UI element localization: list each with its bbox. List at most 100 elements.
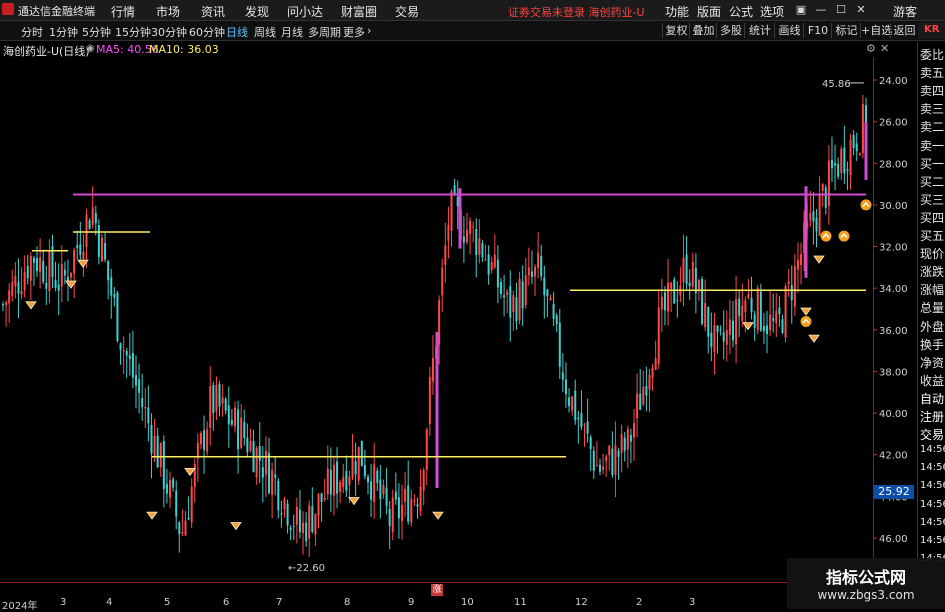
candle-body — [354, 461, 357, 475]
panel-item[interactable]: 注册 — [920, 408, 945, 425]
candle-body — [116, 292, 119, 341]
menu-discover[interactable]: 发现 — [245, 3, 269, 20]
candle-body — [855, 143, 858, 152]
tool-back[interactable]: 返回 — [890, 23, 918, 38]
candle-body — [818, 193, 821, 236]
login-notice[interactable]: 证券交易未登录 海创药业-U — [508, 4, 645, 20]
minimize-icon[interactable]: — — [812, 2, 830, 17]
candle-body — [57, 284, 60, 291]
menu-layout[interactable]: 版面 — [697, 3, 721, 20]
period-monthly[interactable]: 月线 — [281, 24, 303, 40]
gear-icon[interactable]: ⚙ — [866, 42, 878, 55]
user-label[interactable]: 游客 — [893, 3, 917, 20]
candle-body — [633, 423, 636, 438]
period-5min[interactable]: 5分钟 — [82, 24, 111, 40]
period-15min[interactable]: 15分钟 — [115, 24, 151, 40]
menu-formula[interactable]: 公式 — [729, 3, 753, 20]
tool-mark[interactable]: 标记 — [831, 23, 861, 38]
candle-body — [379, 479, 382, 500]
candle-body — [444, 245, 447, 265]
skin-icon[interactable]: ▣ — [792, 2, 810, 17]
panel-item: 卖二 — [920, 120, 945, 135]
candle-body — [509, 286, 512, 318]
diamond-signal-icon — [146, 511, 158, 520]
buy-signal-icon — [860, 199, 872, 211]
candle-body — [286, 503, 289, 526]
candle-body — [94, 212, 97, 224]
high-price-label: 45.86 — [822, 79, 851, 90]
candle-body — [766, 325, 769, 335]
watermark-title: 指标公式网 — [825, 568, 906, 587]
tool-draw[interactable]: 画线 — [774, 23, 804, 38]
tool-stats[interactable]: 统计 — [744, 23, 775, 38]
candle-body — [614, 445, 617, 476]
candle-body — [135, 375, 138, 386]
candle-body — [206, 429, 209, 452]
candle-body — [849, 140, 852, 176]
menu-options[interactable]: 选项 — [760, 3, 784, 20]
maximize-icon[interactable]: ☐ — [832, 2, 850, 17]
candle-body — [76, 245, 79, 248]
candle-body — [199, 433, 202, 445]
period-intraday[interactable]: 分时 — [21, 24, 43, 40]
candle-body — [82, 251, 85, 260]
menu-wealth-circle[interactable]: 财富圈 — [341, 3, 377, 20]
menu-function[interactable]: 功能 — [665, 3, 689, 20]
candle-body — [100, 237, 103, 262]
close-window-icon[interactable]: ✕ — [852, 2, 870, 17]
candle-body — [159, 442, 162, 468]
settings-dot-icon[interactable]: ◉ — [86, 43, 95, 54]
trading-terminal-window: 通达信金融终端 行情 市场 资讯 发现 问小达 财富圈 交易 证券交易未登录 海… — [0, 0, 945, 612]
candle-body — [394, 491, 397, 500]
candle-body — [537, 252, 540, 268]
kline-chart[interactable]: 46.0044.0042.0040.0038.0036.0034.0032.00… — [0, 57, 945, 597]
period-more[interactable]: 更多 — [343, 24, 365, 40]
candle-body — [209, 386, 212, 428]
candle-body — [317, 493, 320, 516]
buy-signal-icon — [838, 230, 850, 242]
panel-item[interactable]: 自动 — [920, 390, 945, 407]
tool-multi-stock[interactable]: 多股 — [716, 23, 745, 38]
menu-news[interactable]: 资讯 — [201, 3, 225, 20]
candle-body — [431, 357, 434, 382]
period-60min[interactable]: 60分钟 — [189, 24, 225, 40]
candle-body — [694, 267, 697, 293]
menu-wenxiaoda[interactable]: 问小达 — [287, 3, 323, 20]
period-1min[interactable]: 1分钟 — [49, 24, 78, 40]
candle-body — [605, 456, 608, 462]
diamond-signal-icon — [25, 301, 37, 310]
candle-body — [85, 214, 88, 248]
candle-body — [419, 486, 422, 512]
candle-body — [397, 497, 400, 519]
tool-f10[interactable]: F10 — [803, 23, 832, 38]
candle-body — [295, 506, 298, 525]
period-multi[interactable]: 多周期 — [308, 24, 341, 40]
candle-body — [88, 220, 91, 230]
candle-body — [481, 243, 484, 258]
tool-add-favorite[interactable]: +自选 — [860, 23, 892, 38]
period-30min[interactable]: 30分钟 — [151, 24, 187, 40]
tool-adjust[interactable]: 复权 — [662, 23, 690, 38]
close-icon[interactable]: ✕ — [880, 42, 892, 55]
chevron-right-icon[interactable]: › — [367, 24, 371, 37]
candle-body — [212, 385, 215, 413]
candle-body — [731, 320, 734, 341]
candle-body — [215, 384, 218, 412]
panel-item[interactable]: 交易 — [920, 426, 945, 443]
candle-body — [530, 271, 533, 277]
diamond-signal-icon — [742, 322, 754, 331]
candle-body — [237, 409, 240, 450]
candle-body — [527, 267, 530, 276]
tool-overlay[interactable]: 叠加 — [689, 23, 717, 38]
candle-body — [2, 304, 4, 306]
y-tick-label: 40.00 — [879, 409, 908, 420]
candle-body — [759, 291, 762, 331]
candle-body — [302, 522, 305, 533]
menu-quotes[interactable]: 行情 — [111, 3, 135, 20]
period-daily[interactable]: 日线 — [226, 24, 248, 40]
candle-body — [756, 287, 759, 331]
period-weekly[interactable]: 周线 — [254, 24, 276, 40]
menu-market[interactable]: 市场 — [156, 3, 180, 20]
candle-body — [747, 293, 750, 298]
menu-trade[interactable]: 交易 — [395, 3, 419, 20]
